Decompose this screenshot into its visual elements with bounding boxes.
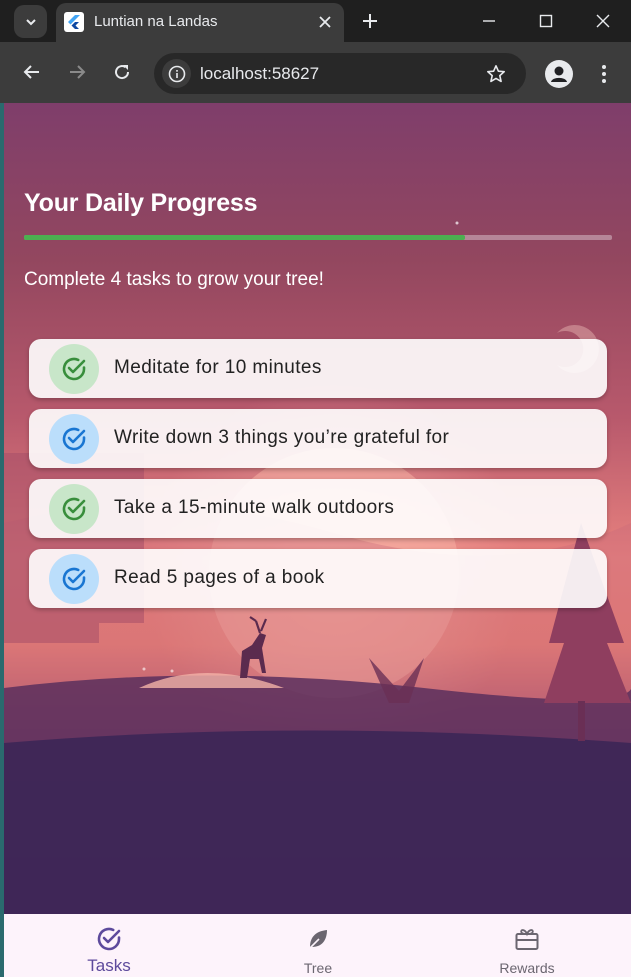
check-circle-icon (62, 567, 86, 591)
more-vert-icon (602, 65, 606, 83)
site-info-button[interactable] (162, 59, 191, 88)
nav-label-tree: Tree (303, 960, 333, 976)
browser-tab[interactable]: Luntian na Landas (56, 3, 344, 42)
back-button[interactable] (17, 57, 47, 87)
nav-item-rewards[interactable]: Rewards (447, 914, 607, 977)
check-circle-icon (94, 924, 124, 954)
flutter-favicon-icon (64, 12, 84, 32)
task-card[interactable]: Write down 3 things you’re grateful for (29, 409, 607, 468)
task-status-icon-wrap[interactable] (49, 344, 99, 394)
chevron-down-icon (25, 18, 36, 25)
browser-toolbar: localhost:58627 (0, 42, 631, 103)
nav-item-tree[interactable]: Tree (238, 914, 398, 977)
check-circle-icon (62, 497, 86, 521)
address-bar[interactable]: localhost:58627 (154, 53, 526, 94)
info-icon (168, 65, 185, 82)
task-label: Take a 15-minute walk outdoors (114, 497, 395, 518)
task-status-icon-wrap[interactable] (49, 484, 99, 534)
reload-icon (115, 65, 130, 80)
task-card[interactable]: Meditate for 10 minutes (29, 339, 607, 398)
plus-icon (363, 14, 377, 28)
profile-avatar-button[interactable] (545, 60, 573, 88)
check-circle-icon (62, 357, 86, 381)
gift-icon (512, 924, 542, 954)
leaf-icon (303, 924, 333, 954)
task-card[interactable]: Read 5 pages of a book (29, 549, 607, 608)
task-status-icon-wrap[interactable] (49, 554, 99, 604)
maximize-button[interactable] (517, 0, 574, 42)
minimize-icon (482, 20, 495, 22)
maximize-icon (539, 14, 552, 28)
star-icon (487, 65, 505, 83)
progress-subtitle: Complete 4 tasks to grow your tree! (24, 269, 324, 290)
arrow-right-icon (70, 65, 86, 79)
daily-progress-bar (24, 235, 612, 240)
window-close-button[interactable] (574, 0, 631, 42)
browser-menu-button[interactable] (590, 58, 618, 90)
bookmark-button[interactable] (484, 62, 508, 86)
tab-close-button[interactable] (314, 11, 336, 33)
bottom-navigation-bar: Tasks Tree Rewards (4, 914, 631, 977)
task-status-icon-wrap[interactable] (49, 414, 99, 464)
check-circle-icon (62, 427, 86, 451)
daily-progress-title: Your Daily Progress (24, 189, 258, 217)
task-label: Write down 3 things you’re grateful for (114, 427, 450, 448)
url-text: localhost:58627 (200, 64, 320, 83)
nav-label-tasks: Tasks (87, 956, 131, 975)
task-card[interactable]: Take a 15-minute walk outdoors (29, 479, 607, 538)
tab-title: Luntian na Landas (94, 13, 218, 30)
task-label: Meditate for 10 minutes (114, 357, 322, 378)
app-viewport: Your Daily Progress Complete 4 tasks to … (4, 103, 631, 977)
task-label: Read 5 pages of a book (114, 567, 325, 588)
new-tab-button[interactable] (356, 7, 384, 35)
person-icon (551, 66, 567, 82)
close-icon (596, 14, 609, 28)
tab-search-button[interactable] (14, 5, 47, 38)
close-icon (319, 16, 331, 28)
reload-button[interactable] (107, 57, 137, 87)
browser-tab-strip: Luntian na Landas (0, 0, 631, 42)
minimize-button[interactable] (460, 0, 517, 42)
nav-item-tasks[interactable]: Tasks (29, 914, 189, 977)
arrow-left-icon (23, 65, 39, 79)
daily-progress-fill (24, 235, 465, 240)
forward-button[interactable] (62, 57, 92, 87)
nav-label-rewards: Rewards (499, 960, 555, 976)
